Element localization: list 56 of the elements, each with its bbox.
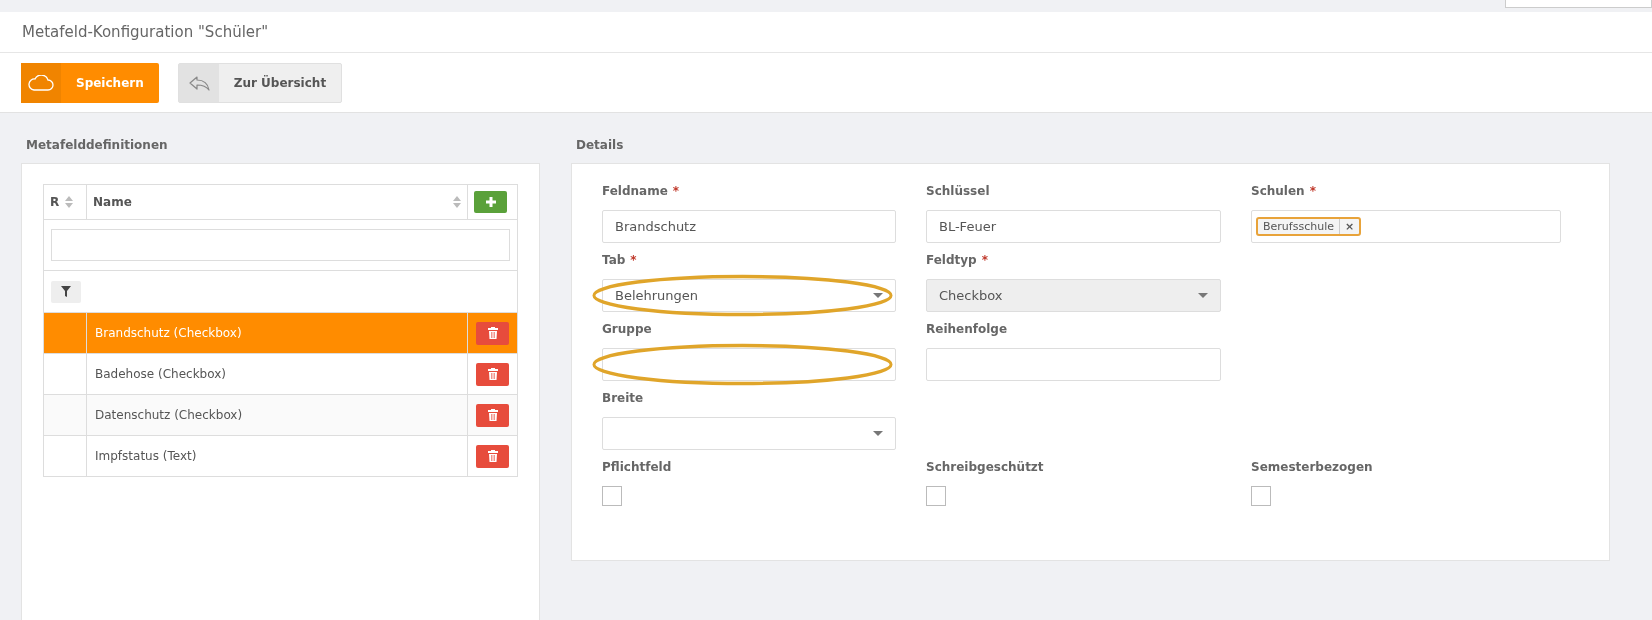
checkbox-label: Semesterbezogen — [1251, 460, 1373, 474]
add-button[interactable] — [474, 191, 507, 213]
delete-button[interactable] — [476, 403, 509, 427]
input-field[interactable]: BL-Feuer — [926, 210, 1221, 243]
checkbox[interactable] — [1251, 486, 1271, 506]
remove-tag-button[interactable]: × — [1339, 219, 1360, 234]
list-row[interactable]: Datenschutz (Checkbox) — [43, 394, 518, 436]
row-name: Impfstatus (Text) — [95, 449, 197, 463]
checkbox-label: Pflichtfeld — [602, 460, 672, 474]
filter-button[interactable] — [51, 280, 81, 303]
checkbox[interactable] — [602, 486, 622, 506]
plus-icon — [484, 196, 497, 208]
section-title: Metafelddefinitionen — [25, 139, 169, 154]
column-header[interactable]: Name — [93, 195, 132, 209]
filter-field[interactable] — [51, 229, 510, 261]
column-header[interactable]: R — [50, 195, 60, 209]
delete-button[interactable] — [476, 444, 509, 468]
caret-icon — [1198, 293, 1208, 298]
delete-button[interactable] — [476, 321, 509, 345]
trash-icon — [487, 450, 498, 462]
required-mark: * — [981, 253, 988, 267]
row-name: Badehose (Checkbox) — [95, 367, 226, 381]
field-label: Feldtyp — [926, 253, 977, 267]
required-mark: * — [1309, 184, 1316, 198]
caret-icon — [873, 431, 883, 436]
field-label: Gruppe — [602, 322, 652, 336]
field-label: Schulen — [1251, 184, 1305, 198]
section-title: Details — [575, 139, 625, 154]
trash-icon — [487, 409, 498, 421]
required-mark: * — [630, 253, 637, 267]
checkbox[interactable] — [926, 486, 946, 506]
trash-icon — [487, 327, 498, 339]
required-mark: * — [672, 184, 680, 198]
reply-arrow-icon — [187, 75, 210, 91]
field-label: Tab — [602, 253, 626, 267]
input-field[interactable]: Brandschutz — [602, 210, 896, 243]
field-label: Breite — [602, 391, 644, 405]
select-field[interactable] — [602, 417, 896, 450]
trash-icon — [487, 368, 498, 380]
field-label: Schlüssel — [926, 184, 990, 198]
funnel-icon — [61, 286, 71, 297]
row-name: Datenschutz (Checkbox) — [95, 408, 243, 422]
page-title: Metafeld-Konfiguration "Schüler" — [22, 23, 269, 41]
delete-button[interactable] — [476, 362, 509, 386]
caret-icon — [873, 293, 883, 298]
sort-icon[interactable] — [453, 196, 461, 208]
checkbox-label: Schreibgeschützt — [926, 460, 1044, 474]
tags-field[interactable]: Berufsschule × — [1251, 210, 1561, 243]
cloud-icon — [28, 75, 54, 91]
input-field[interactable] — [926, 348, 1221, 381]
back-button[interactable]: Zur Übersicht — [177, 63, 343, 103]
row-name: Brandschutz (Checkbox) — [95, 326, 242, 340]
sort-icon[interactable] — [65, 196, 74, 208]
tag-label: Berufsschule — [1258, 219, 1340, 234]
field-label: Reihenfolge — [926, 322, 1008, 336]
field-label: Feldname — [602, 184, 668, 198]
